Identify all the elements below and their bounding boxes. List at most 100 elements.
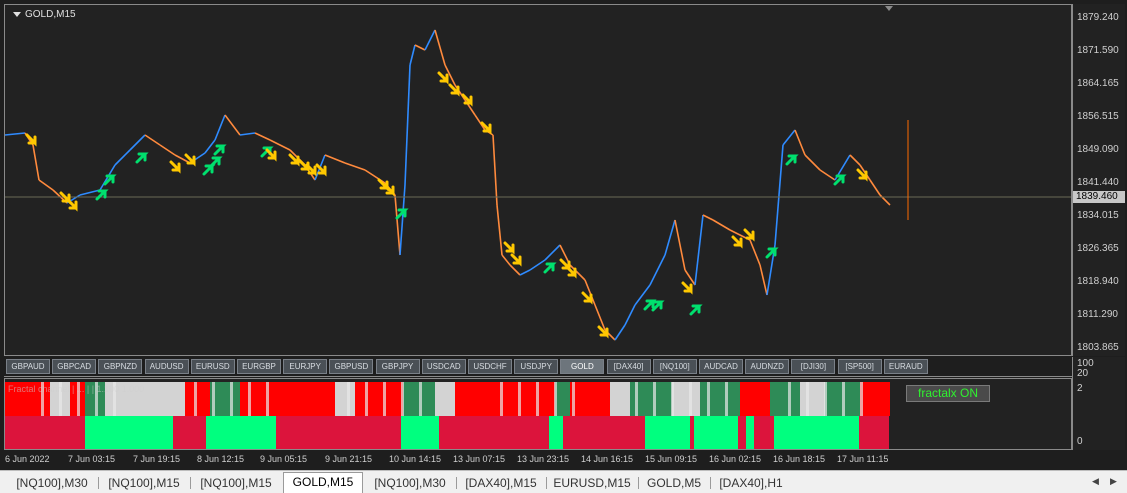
signal-bar-stripe bbox=[653, 382, 656, 416]
symbol-button-gbpusd[interactable]: GBPUSD bbox=[329, 359, 374, 374]
tab-separator bbox=[546, 477, 547, 489]
chart-tab[interactable]: [DAX40],M15 bbox=[458, 474, 544, 492]
tab-separator bbox=[456, 477, 457, 489]
trend-bar bbox=[439, 416, 549, 449]
chart-tab[interactable]: [NQ100],M30 bbox=[8, 474, 96, 492]
price-segment bbox=[324, 154, 346, 164]
chart-tab[interactable]: [NQ100],M15 bbox=[192, 474, 280, 492]
price-axis-label: 1826.365 bbox=[1077, 243, 1119, 254]
sell-arrow-icon bbox=[448, 83, 460, 97]
signal-bar-stripe bbox=[383, 382, 386, 416]
price-segment bbox=[129, 134, 146, 151]
signal-bar bbox=[335, 382, 355, 416]
sell-arrow-icon bbox=[510, 253, 522, 267]
sell-arrow-icon bbox=[681, 281, 693, 295]
signal-bar bbox=[860, 382, 890, 416]
signal-bar-stripe bbox=[707, 382, 710, 416]
buy-arrow-icon bbox=[543, 262, 557, 274]
symbol-button-dji30[interactable]: [DJI30] bbox=[791, 359, 836, 374]
symbol-button-gbpjpy[interactable]: GBPJPY bbox=[375, 359, 420, 374]
buy-arrow-icon bbox=[643, 299, 657, 311]
dropdown-triangle-icon[interactable] bbox=[13, 11, 21, 17]
chart-tab[interactable]: [DAX40],H1 bbox=[712, 474, 790, 492]
price-segment bbox=[519, 269, 531, 276]
price-axis-label: 1864.165 bbox=[1077, 78, 1119, 89]
price-axis-label: 1856.515 bbox=[1077, 111, 1119, 122]
terminal-frame: GOLD,M15 1879.240 1871.590 1864.165 1856.51… bbox=[0, 0, 1127, 470]
trend-bar bbox=[694, 416, 738, 449]
price-segment bbox=[32, 144, 40, 181]
sell-arrow-icon bbox=[437, 71, 449, 85]
symbol-button-euraud[interactable]: EURAUD bbox=[883, 359, 928, 374]
price-segment bbox=[394, 194, 401, 256]
price-segment bbox=[414, 44, 426, 51]
symbol-button-audnzd[interactable]: AUDNZD bbox=[745, 359, 790, 374]
time-axis: 6 Jun 2022 7 Jun 03:15 7 Jun 19:15 8 Jun 12… bbox=[4, 451, 1072, 470]
signal-bar bbox=[800, 382, 825, 416]
signal-bar-stripe bbox=[806, 382, 809, 416]
time-axis-label: 16 Jun 18:15 bbox=[773, 454, 826, 464]
symbol-button-usdcad[interactable]: USDCAD bbox=[421, 359, 466, 374]
price-axis-label: 1841.440 bbox=[1077, 177, 1119, 188]
signal-bar-stripe bbox=[266, 382, 269, 416]
price-axis-label: 1834.015 bbox=[1077, 210, 1119, 221]
signal-bar-stripe bbox=[572, 382, 575, 416]
chart-tab[interactable]: GOLD,M15 bbox=[283, 472, 363, 493]
symbol-button-sp500[interactable]: [SP500] bbox=[837, 359, 882, 374]
symbol-button-gold[interactable]: GOLD bbox=[560, 359, 605, 374]
sell-arrow-icon bbox=[565, 265, 577, 279]
fractalx-status-badge[interactable]: fractalx ON bbox=[906, 385, 990, 402]
chart-tab[interactable]: EURUSD,M15 bbox=[548, 474, 636, 492]
symbol-button-audusd[interactable]: AUDUSD bbox=[144, 359, 189, 374]
indicator-label: Fractal channel | ... | | 1.100 1.000 bbox=[8, 384, 145, 394]
price-segment bbox=[239, 132, 256, 136]
chart-tab[interactable]: [NQ100],M15 bbox=[100, 474, 188, 492]
signal-bar bbox=[630, 382, 650, 416]
symbol-button-gbpnzd[interactable]: GBPNZD bbox=[98, 359, 143, 374]
tab-separator bbox=[190, 477, 191, 489]
price-segment bbox=[159, 144, 176, 156]
price-segment bbox=[114, 149, 131, 166]
symbol-button-eurusd[interactable]: EURUSD bbox=[190, 359, 235, 374]
main-chart-area[interactable]: GOLD,M15 bbox=[4, 4, 1072, 356]
chart-tab[interactable]: GOLD,M5 bbox=[640, 474, 708, 492]
price-segment bbox=[214, 114, 226, 141]
price-segment bbox=[759, 264, 768, 296]
scroll-right-icon[interactable]: ▶ bbox=[1110, 476, 1117, 487]
symbol-button-gbpcad[interactable]: GBPCAD bbox=[52, 359, 97, 374]
price-segment bbox=[819, 169, 836, 181]
sell-arrow-icon bbox=[503, 241, 515, 255]
symbol-button-usdchf[interactable]: USDCHF bbox=[468, 359, 512, 374]
sell-arrow-icon bbox=[66, 198, 78, 212]
price-segment bbox=[404, 64, 411, 186]
symbol-button-eurjpy[interactable]: EURJPY bbox=[283, 359, 328, 374]
symbol-button-usdjpy[interactable]: USDJPY bbox=[514, 359, 559, 374]
symbol-button-gbpaud[interactable]: GBPAUD bbox=[6, 359, 50, 374]
price-axis-label: 1811.290 bbox=[1077, 309, 1118, 320]
signal-bar bbox=[740, 382, 770, 416]
symbol-button-audcad[interactable]: AUDCAD bbox=[699, 359, 743, 374]
symbol-button-dax40[interactable]: [DAX40] bbox=[606, 359, 651, 374]
symbol-button-nq100[interactable]: [NQ100] bbox=[652, 359, 697, 374]
time-axis-label: 10 Jun 14:15 bbox=[389, 454, 442, 464]
price-segment bbox=[254, 132, 271, 141]
price-segment bbox=[144, 134, 161, 146]
buy-arrow-icon bbox=[785, 154, 799, 166]
time-axis-label: 9 Jun 05:15 bbox=[260, 454, 308, 464]
signal-bar-stripe bbox=[689, 382, 692, 416]
price-segment bbox=[664, 219, 676, 256]
chart-shift-marker-icon[interactable] bbox=[885, 6, 893, 11]
chart-tab[interactable]: [NQ100],M30 bbox=[366, 474, 454, 492]
symbol-button-eurgbp[interactable]: EURGBP bbox=[237, 359, 281, 374]
buy-arrow-icon bbox=[765, 247, 779, 259]
buy-arrow-icon bbox=[689, 304, 703, 316]
signal-bar-stripe bbox=[536, 382, 539, 416]
signal-bar-stripe bbox=[500, 382, 503, 416]
signal-bar-stripe bbox=[671, 382, 674, 416]
signal-bar bbox=[455, 382, 520, 416]
signal-bar bbox=[570, 382, 610, 416]
scroll-left-icon[interactable]: ◀ bbox=[1092, 476, 1099, 487]
trend-bar bbox=[276, 416, 401, 449]
signal-bar bbox=[355, 382, 403, 416]
price-segment bbox=[674, 219, 686, 271]
